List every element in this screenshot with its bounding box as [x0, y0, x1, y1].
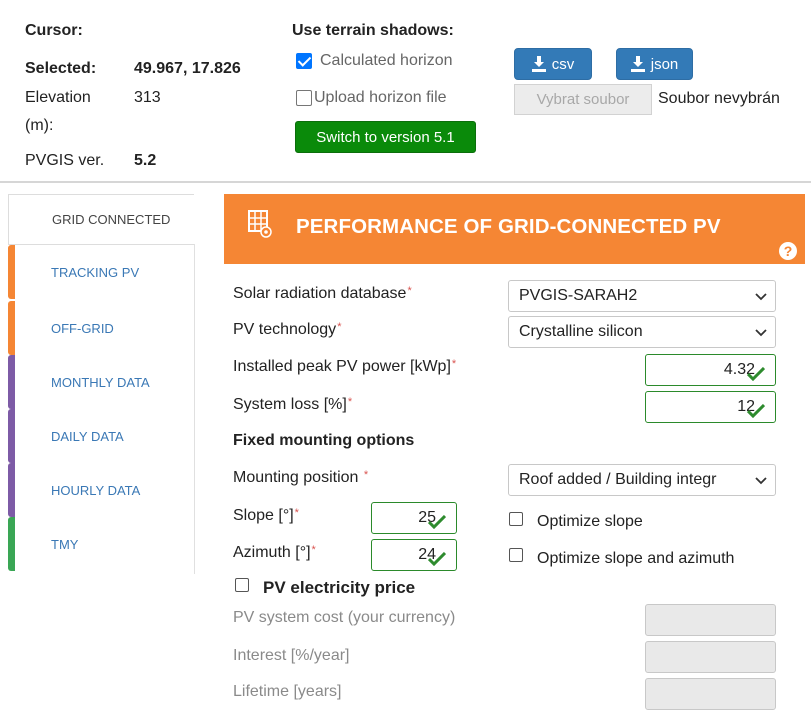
system-cost-label: PV system cost (your currency): [233, 609, 456, 626]
valid-check-icon: [428, 552, 446, 566]
tab-label: OFF-GRID: [51, 320, 114, 336]
calculated-horizon-label: Calculated horizon: [320, 52, 453, 69]
switch-version-button[interactable]: Switch to version 5.1: [295, 121, 476, 153]
tab-label: MONTHLY DATA: [51, 374, 150, 390]
pvgis-version-label: PVGIS ver.: [25, 152, 105, 169]
tab-color-bar: [8, 409, 15, 463]
valid-check-icon: [747, 367, 765, 381]
elevation-unit-label: (m):: [25, 117, 54, 134]
tab-color-bar: [8, 517, 15, 571]
tab-label: HOURLY DATA: [51, 482, 141, 498]
chevron-down-icon: [755, 477, 767, 485]
mounting-position-select[interactable]: Roof added / Building integr: [508, 464, 776, 496]
valid-check-icon: [428, 515, 446, 529]
interest-input[interactable]: [645, 641, 776, 673]
tab-color-bar: [8, 245, 15, 299]
tool-tabs: GRID CONNECTED TRACKING PV OFF-GRID MONT…: [8, 194, 195, 574]
tab-tmy[interactable]: TMY: [8, 517, 194, 571]
slope-label: Slope [°]*: [233, 507, 299, 524]
pvgis-version-value: 5.2: [134, 152, 157, 169]
slope-input[interactable]: 25: [371, 502, 457, 534]
optimize-slope-label: Optimize slope: [537, 513, 643, 530]
azimuth-input[interactable]: 24: [371, 539, 457, 571]
csv-download-button[interactable]: csv: [514, 48, 592, 80]
solar-db-select[interactable]: PVGIS-SARAH2: [508, 280, 776, 312]
selected-label: Selected:: [25, 60, 97, 77]
tab-daily-data[interactable]: DAILY DATA: [8, 409, 194, 463]
peak-power-input[interactable]: 4.32: [645, 354, 776, 386]
csv-label: csv: [551, 55, 575, 73]
switch-version-label: Switch to version 5.1: [316, 128, 455, 146]
elevation-label: Elevation: [25, 89, 91, 106]
json-label: json: [650, 55, 679, 73]
tab-hourly-data[interactable]: HOURLY DATA: [8, 463, 194, 517]
tab-label: DAILY DATA: [51, 428, 124, 444]
pv-price-title: PV electricity price: [263, 578, 416, 597]
no-file-text: Soubor nevybrán: [658, 90, 780, 107]
cursor-label: Cursor:: [25, 22, 83, 39]
azimuth-label: Azimuth [°]*: [233, 544, 316, 561]
calculated-horizon-checkbox[interactable]: [296, 53, 312, 69]
pv-tech-value: Crystalline silicon: [519, 323, 643, 340]
tab-label: GRID CONNECTED: [52, 212, 171, 227]
tab-grid-connected[interactable]: GRID CONNECTED: [8, 194, 194, 245]
valid-check-icon: [747, 404, 765, 418]
chevron-down-icon: [755, 293, 767, 301]
upload-horizon-label: Upload horizon file: [314, 89, 447, 106]
tab-color-bar: [8, 301, 15, 355]
mounting-position-value: Roof added / Building integr: [519, 471, 717, 488]
lifetime-label: Lifetime [years]: [233, 683, 342, 700]
chevron-down-icon: [755, 329, 767, 337]
tab-tracking-pv[interactable]: TRACKING PV: [8, 245, 194, 299]
pv-price-checkbox[interactable]: [235, 578, 249, 592]
choose-file-label: Vybrat soubor: [536, 91, 630, 108]
download-icon: [630, 56, 645, 72]
help-icon[interactable]: ?: [779, 242, 797, 260]
download-icon: [531, 56, 546, 72]
solar-panel-icon: [248, 210, 272, 238]
elevation-value: 313: [134, 89, 161, 106]
interest-label: Interest [%/year]: [233, 647, 350, 664]
json-download-button[interactable]: json: [616, 48, 693, 80]
tab-label: TRACKING PV: [51, 264, 140, 280]
upload-horizon-checkbox[interactable]: [296, 90, 312, 106]
optimize-slope-checkbox[interactable]: [509, 512, 523, 526]
system-cost-input[interactable]: [645, 604, 776, 636]
choose-file-button[interactable]: Vybrat soubor: [514, 84, 652, 115]
page-title: PERFORMANCE OF GRID-CONNECTED PV: [296, 215, 721, 238]
tab-label: TMY: [51, 536, 79, 552]
tab-color-bar: [8, 463, 15, 517]
pv-tech-select[interactable]: Crystalline silicon: [508, 316, 776, 348]
fixed-mounting-title: Fixed mounting options: [233, 432, 415, 449]
tab-monthly-data[interactable]: MONTHLY DATA: [8, 355, 194, 409]
system-loss-label: System loss [%]*: [233, 396, 353, 413]
location-info-panel: Cursor: Selected: 49.967, 17.826 Elevati…: [0, 0, 811, 183]
tab-color-bar: [8, 355, 15, 409]
mounting-position-label: Mounting position *: [233, 469, 369, 486]
solar-db-label: Solar radiation database*: [233, 285, 412, 302]
tabs-divider: [194, 244, 195, 574]
peak-power-label: Installed peak PV power [kWp]*: [233, 358, 457, 375]
system-loss-input[interactable]: 12: [645, 391, 776, 423]
pv-tech-label: PV technology*: [233, 321, 342, 338]
section-header: PERFORMANCE OF GRID-CONNECTED PV ?: [224, 194, 805, 264]
selected-coordinates: 49.967, 17.826: [134, 60, 241, 77]
lifetime-input[interactable]: [645, 678, 776, 710]
solar-db-value: PVGIS-SARAH2: [519, 287, 638, 304]
optimize-slope-azimuth-checkbox[interactable]: [509, 548, 523, 562]
terrain-shadows-title: Use terrain shadows:: [292, 22, 454, 39]
tab-off-grid[interactable]: OFF-GRID: [8, 301, 194, 355]
optimize-slope-azimuth-label: Optimize slope and azimuth: [537, 550, 735, 567]
